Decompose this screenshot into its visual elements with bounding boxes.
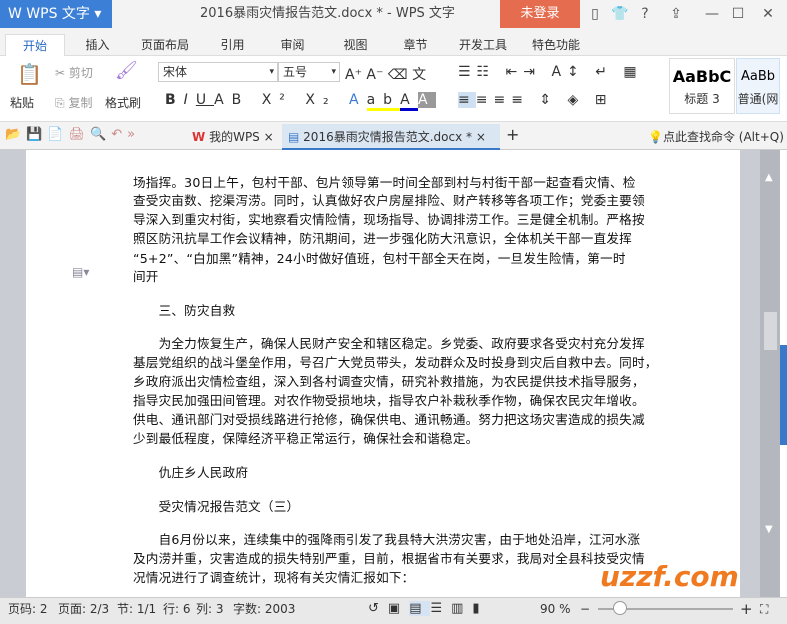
view-mode-icons[interactable]: ↺▣▤☰▥▮: [368, 598, 489, 620]
brush-icon: 🖌: [115, 60, 138, 81]
list-buttons[interactable]: ☰☷ ⇤⇥ A↕ ↵ ▦: [458, 64, 643, 80]
close-icon[interactable]: ×: [476, 130, 486, 144]
search-command[interactable]: 💡点此查找命令 (Alt+Q): [648, 128, 784, 145]
paste-button[interactable]: 粘贴: [10, 94, 34, 111]
lightbulb-icon: 💡: [648, 130, 663, 144]
copy-button[interactable]: ⎘ 复制: [55, 94, 92, 111]
document-line: 导深入到重灾村街，实地察看灾情险情，现场指导、协调排涝工作。三是健全机制。严格按: [133, 212, 645, 227]
font-select[interactable]: 宋体 ▾: [158, 62, 278, 82]
document-line: 照区防汛抗旱工作会议精神，防汛期间，进一步强化防大汛意识，全体机关干部一直发挥: [133, 231, 632, 246]
document-line: 少到最低程度，保障经济平稳正常运行，确保社会和谐稳定。: [133, 431, 479, 446]
cut-button[interactable]: ✂ 剪切: [55, 64, 93, 81]
app-logo: W WPS 文字: [8, 6, 90, 22]
status-page: 页码: 2: [8, 602, 48, 616]
tab-view[interactable]: 视图: [333, 34, 378, 56]
skin-icon[interactable]: ▯: [583, 0, 607, 28]
document-line: 为全力恢复生产，确保人民财产安全和辖区稳定。乡党委、政府要求各受灾村充分发挥: [133, 336, 645, 351]
document-line: 三、防灾自救: [133, 303, 236, 318]
status-col: 列: 3: [196, 602, 224, 616]
paragraph-align-buttons[interactable]: ≡≡≡≡ ⇕ ◈ ⊞: [458, 92, 613, 108]
document-line: 自6月份以来，连续集中的强降雨引发了我县特大洪涝灾害，由于地处沿岸，江河水涨: [133, 532, 641, 547]
document-line: 及内涝并重，灾害造成的损失特别严重，目前，根据省市有关要求，我局对全县科技受灾情: [133, 551, 645, 566]
minimize-button[interactable]: —: [700, 0, 724, 28]
document-line: 间开: [133, 269, 159, 284]
scissors-icon: ✂: [55, 66, 66, 80]
tab-home[interactable]: 开始: [5, 34, 65, 56]
zoom-in-button[interactable]: +: [740, 598, 753, 620]
status-pages: 页面: 2/3: [58, 602, 110, 616]
font-grow-shrink-icons[interactable]: A⁺ A⁻ ⌫ 文: [345, 64, 426, 84]
side-panel-toggle[interactable]: [780, 345, 787, 445]
status-words: 字数: 2003: [233, 602, 296, 616]
tab-features[interactable]: 特色功能: [525, 34, 587, 56]
tab-section[interactable]: 章节: [393, 34, 438, 56]
copy-icon: ⎘: [55, 96, 65, 110]
font-size-select[interactable]: 五号 ▾: [278, 62, 340, 82]
chevron-down-icon: ▾: [331, 67, 336, 77]
document-line: 基层党组织的战斗堡垒作用，号召广大党员带头，发动群众及时投身到灾后自救中去。同时…: [133, 355, 658, 370]
status-bar: 页码: 2 页面: 2/3 节: 1/1 行: 6 列: 3 字数: 2003 …: [0, 597, 787, 624]
login-button[interactable]: 未登录: [500, 0, 580, 28]
document-line: 查受灾亩数、挖渠泻涝。同时，认真做好农户房屋排险、财产转移等各项工作；党委主要领: [133, 193, 645, 208]
document-line: 指导灾民加强田间管理。对农作物受损地块，指导农户补栽秋季作物，确保农民灾年增收。: [133, 393, 645, 408]
zoom-level: 90 %: [540, 602, 571, 616]
help-icon[interactable]: ?: [633, 0, 657, 28]
shirt-icon[interactable]: 👕: [608, 0, 632, 28]
paste-icon: 📋: [17, 62, 42, 86]
tab-page-layout[interactable]: 页面布局: [135, 34, 195, 56]
fullscreen-icon[interactable]: ⛶: [760, 598, 768, 620]
status-row: 行: 6: [163, 602, 191, 616]
tab-insert[interactable]: 插入: [75, 34, 120, 56]
quick-access-icons[interactable]: 📂💾📄🖨🔍↶»: [5, 127, 140, 142]
style-heading3[interactable]: AaBbC 标题 3: [669, 58, 735, 114]
window-title: 2016暴雨灾情报告范文.docx * - WPS 文字: [200, 6, 455, 21]
tab-review[interactable]: 审阅: [270, 34, 315, 56]
app-menu-button[interactable]: W WPS 文字 ▾: [0, 0, 112, 28]
chevron-down-icon: ▾: [269, 67, 274, 77]
tab-references[interactable]: 引用: [210, 34, 255, 56]
wps-icon: W: [192, 130, 206, 144]
maximize-button[interactable]: ☐: [726, 0, 750, 28]
font-format-buttons[interactable]: BIUAB X² X₂ AabAA: [165, 92, 436, 111]
document-line: 仇庄乡人民政府: [133, 465, 249, 480]
scroll-up-icon[interactable]: ▲: [765, 172, 773, 183]
zoom-slider-handle[interactable]: [613, 601, 628, 615]
document-line: 况情况进行了调查统计，现将有关灾情汇报如下：: [133, 570, 415, 585]
tab-my-wps[interactable]: W 我的WPS ×: [186, 124, 278, 150]
document-line: 场指挥。30日上午，包村干部、包片领导第一时间全部到村与村街干部一起查看灾情、检: [133, 175, 636, 190]
document-line: “5+2”、“白加黑”精神，24小时做好值班，包村干部全天在岗，一旦发生险情，第…: [133, 251, 626, 266]
close-icon[interactable]: ×: [264, 130, 274, 144]
scroll-down-icon[interactable]: ▼: [765, 524, 773, 535]
paragraph-marker-icon[interactable]: ▤▾: [72, 265, 89, 279]
scroll-thumb[interactable]: [764, 312, 777, 350]
minimize-ribbon-icon[interactable]: ⇪: [664, 0, 688, 28]
format-painter-button[interactable]: 格式刷: [105, 94, 141, 111]
document-line: 乡政府派出灾情检查组，深入到各村调查灾情，研究补救措施，为农民提供技术指导服务，: [133, 374, 645, 389]
close-button[interactable]: ✕: [756, 0, 780, 28]
quick-access-bar: 📂💾📄🖨🔍↶» W 我的WPS × ▤ 2016暴雨灾情报告范文.docx * …: [0, 122, 787, 150]
status-section: 节: 1/1: [117, 602, 157, 616]
style-normal[interactable]: AaBb 普通(网: [736, 58, 780, 114]
tab-document[interactable]: ▤ 2016暴雨灾情报告范文.docx * ×: [282, 124, 500, 150]
ribbon-tabs: 开始 插入 页面布局 引用 审阅 视图 章节 开发工具 特色功能: [0, 30, 787, 56]
new-tab-button[interactable]: +: [506, 125, 519, 144]
document-line: 供电、通讯部门对受损线路进行抢修，确保供电、通讯畅通。努力把这场灾害造成的损失减: [133, 412, 645, 427]
watermark-logo: uzzf.com: [600, 560, 739, 593]
tab-developer[interactable]: 开发工具: [452, 34, 514, 56]
doc-icon: ▤: [288, 130, 300, 144]
ribbon: 📋 粘贴 ✂ 剪切 ⎘ 复制 🖌 格式刷 宋体 ▾ 五号 ▾ A⁺ A⁻ ⌫ 文 B…: [0, 56, 787, 122]
zoom-out-button[interactable]: −: [580, 598, 590, 620]
title-bar: W WPS 文字 ▾ 2016暴雨灾情报告范文.docx * - WPS 文字 …: [0, 0, 787, 30]
document-line: 受灾情况报告范文（三）: [133, 499, 300, 514]
